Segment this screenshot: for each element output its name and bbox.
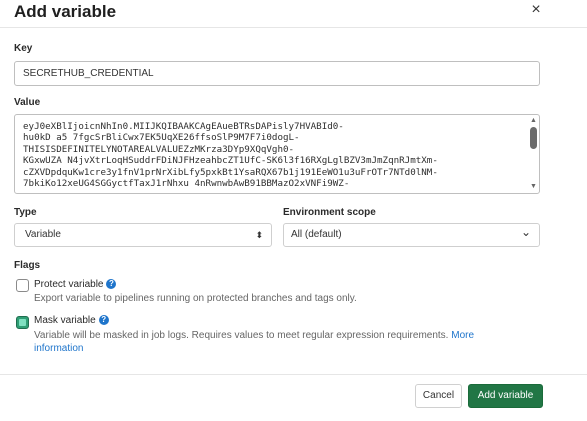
- value-line: KGxwUZA N4jvXtrLoqHSuddrFDiNJFHzeahbcZT1…: [23, 155, 438, 167]
- value-label: Value: [14, 97, 41, 108]
- type-label: Type: [14, 207, 37, 218]
- type-selected-value: Variable: [25, 229, 61, 240]
- modal-title: Add variable: [14, 2, 117, 21]
- mask-variable-text: Mask variable: [34, 315, 96, 326]
- environment-scope-dropdown[interactable]: All (default) ⌄: [283, 223, 540, 247]
- key-input[interactable]: SECRETHUB_CREDENTIAL: [14, 61, 540, 86]
- protect-variable-help: Export variable to pipelines running on …: [34, 293, 357, 304]
- mask-variable-checkbox[interactable]: [16, 316, 29, 329]
- value-text: eyJ0eXBlIjoicnNhIn0.MIIJKQIBAAKCAgEAueBT…: [23, 121, 523, 189]
- help-icon[interactable]: ?: [106, 279, 117, 289]
- select-arrows-icon: ⬍: [255, 230, 263, 240]
- value-line: 7bkiKo12xeUG4SGGyctfTaxJ1rNhxu 4nRwnwbAw…: [23, 178, 350, 190]
- scroll-down-icon[interactable]: ▼: [529, 183, 538, 191]
- header-divider: [0, 27, 587, 28]
- protect-variable-text: Protect variable: [34, 279, 104, 290]
- environment-selected-value: All (default): [291, 229, 342, 240]
- value-line: THISISDEFINITELYNOTAREALVALUEZzMKrza3DYp…: [23, 143, 295, 155]
- key-label: Key: [14, 43, 33, 54]
- value-line: hu0kD a5 7fgcSrBliCwx7EK5UqXE26ffsoSlP9M…: [23, 132, 300, 144]
- value-textarea[interactable]: eyJ0eXBlIjoicnNhIn0.MIIJKQIBAAKCAgEAueBT…: [14, 114, 540, 194]
- add-variable-button[interactable]: Add variable: [468, 384, 543, 408]
- value-line: eyJ0eXBlIjoicnNhIn0.MIIJKQIBAAKCAgEAueBT…: [23, 121, 344, 132]
- scroll-thumb[interactable]: [530, 127, 537, 149]
- environment-scope-label: Environment scope: [283, 207, 376, 218]
- chevron-down-icon: ⌄: [520, 225, 531, 239]
- checkbox-check-icon: [19, 319, 26, 326]
- scroll-up-icon[interactable]: ▲: [529, 117, 538, 125]
- mask-variable-label[interactable]: Mask variable?: [34, 315, 109, 326]
- protect-variable-label[interactable]: Protect variable?: [34, 279, 117, 290]
- mask-variable-help: Variable will be masked in job logs. Req…: [34, 329, 554, 355]
- value-scrollbar[interactable]: ▲ ▼: [527, 115, 539, 193]
- mask-help-text: Variable will be masked in job logs. Req…: [34, 330, 449, 341]
- type-select[interactable]: Variable ⬍: [14, 223, 272, 247]
- cancel-button[interactable]: Cancel: [415, 384, 462, 408]
- add-variable-modal: Add variable × Key SECRETHUB_CREDENTIAL …: [0, 0, 587, 421]
- value-line: cZXVDpdquKw1cre3y1fnV1prNrXibLfy5pxkBt1Y…: [23, 166, 438, 178]
- protect-variable-checkbox[interactable]: [16, 279, 29, 292]
- help-icon[interactable]: ?: [98, 315, 109, 325]
- footer-divider: [0, 374, 587, 375]
- close-icon[interactable]: ×: [528, 2, 544, 18]
- more-information-link[interactable]: More: [451, 330, 474, 341]
- flags-label: Flags: [14, 260, 41, 271]
- more-information-link-cont[interactable]: information: [34, 343, 83, 354]
